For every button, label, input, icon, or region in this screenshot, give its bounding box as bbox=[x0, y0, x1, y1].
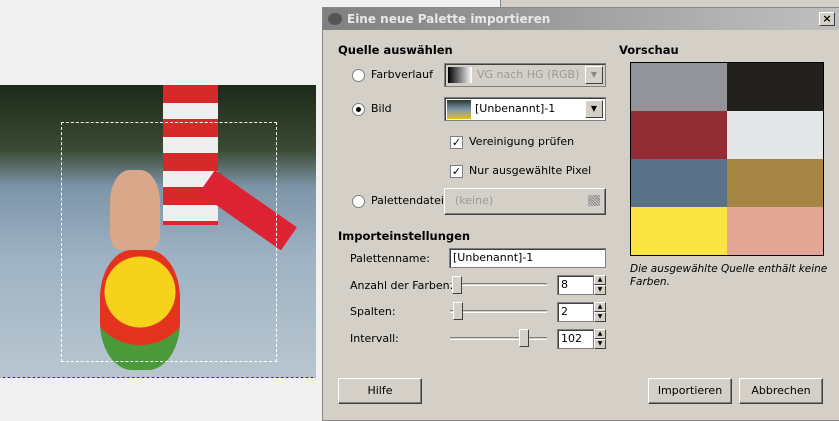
radio-gradient[interactable] bbox=[352, 69, 365, 82]
palette-swatch bbox=[727, 63, 823, 111]
palette-name-label: Palettenname: bbox=[350, 252, 430, 265]
palette-swatch bbox=[727, 159, 823, 207]
interval-spin-up[interactable]: ▲ bbox=[594, 329, 606, 339]
interval-slider-thumb[interactable] bbox=[519, 329, 529, 347]
colors-label: Anzahl der Farben: bbox=[350, 279, 454, 292]
palette-name-input[interactable]: [Unbenannt]-1 bbox=[449, 248, 606, 268]
palette-file-chooser[interactable]: (keine) bbox=[444, 188, 606, 215]
colors-spin-up[interactable]: ▲ bbox=[594, 275, 606, 285]
interval-spin-input[interactable]: 102 bbox=[557, 329, 594, 349]
interval-spin-down[interactable]: ▼ bbox=[594, 339, 606, 349]
palette-swatch bbox=[631, 207, 727, 255]
import-palette-dialog: Eine neue Palette importieren × Quelle a… bbox=[322, 7, 839, 421]
columns-slider[interactable] bbox=[450, 310, 547, 313]
colors-spin-down[interactable]: ▼ bbox=[594, 285, 606, 295]
palette-swatch bbox=[727, 207, 823, 255]
columns-spin-input[interactable]: 2 bbox=[557, 302, 594, 322]
palette-swatch bbox=[631, 159, 727, 207]
image-canvas[interactable] bbox=[0, 85, 316, 378]
image-value: [Unbenannt]-1 bbox=[475, 102, 556, 115]
image-combo[interactable]: [Unbenannt]-1 ▼ bbox=[444, 97, 606, 121]
gradient-label: Farbverlauf bbox=[371, 68, 434, 81]
chevron-down-icon: ▼ bbox=[585, 66, 603, 84]
columns-label: Spalten: bbox=[350, 305, 396, 318]
close-button[interactable]: × bbox=[819, 12, 835, 26]
colors-slider[interactable] bbox=[450, 283, 547, 286]
palette-swatch bbox=[631, 111, 727, 159]
radio-image[interactable] bbox=[352, 103, 365, 116]
colors-spin-input[interactable]: 8 bbox=[557, 275, 594, 295]
gimp-icon bbox=[328, 13, 342, 25]
gradient-value: VG nach HG (RGB) bbox=[477, 68, 580, 81]
cancel-button[interactable]: Abbrechen bbox=[739, 378, 823, 404]
title-bar: Eine neue Palette importieren × bbox=[323, 8, 839, 30]
import-button[interactable]: Importieren bbox=[648, 378, 732, 404]
columns-spin-up[interactable]: ▲ bbox=[594, 302, 606, 312]
merge-checkbox[interactable]: ✓ bbox=[450, 136, 463, 149]
image-thumbnail bbox=[447, 100, 471, 119]
radio-palette-file[interactable] bbox=[352, 195, 365, 208]
palette-swatch bbox=[631, 63, 727, 111]
chevron-down-icon: ▼ bbox=[585, 100, 603, 118]
other-window-edge bbox=[500, 0, 839, 7]
source-heading: Quelle auswählen bbox=[338, 43, 453, 57]
preview-heading: Vorschau bbox=[619, 43, 679, 57]
interval-label: Intervall: bbox=[350, 332, 399, 345]
gradient-preview bbox=[448, 67, 472, 83]
merge-label: Vereinigung prüfen bbox=[469, 135, 575, 148]
dialog-title: Eine neue Palette importieren bbox=[347, 12, 551, 26]
gradient-combo[interactable]: VG nach HG (RGB) ▼ bbox=[444, 63, 606, 87]
palette-swatch bbox=[727, 111, 823, 159]
colors-slider-thumb[interactable] bbox=[452, 276, 462, 294]
preview-message: Die ausgewählte Quelle enthält keine Far… bbox=[630, 263, 828, 288]
palette-preview bbox=[630, 62, 824, 256]
image-label: Bild bbox=[371, 102, 392, 115]
settings-heading: Importeinstellungen bbox=[338, 229, 471, 243]
columns-slider-thumb[interactable] bbox=[453, 302, 463, 320]
selected-only-label: Nur ausgewählte Pixel bbox=[469, 164, 592, 177]
selected-only-checkbox[interactable]: ✓ bbox=[450, 165, 463, 178]
interval-slider[interactable] bbox=[450, 337, 547, 340]
help-button[interactable]: Hilfe bbox=[338, 378, 422, 404]
palette-file-value: (keine) bbox=[455, 194, 494, 207]
folder-icon bbox=[588, 195, 600, 206]
columns-spin-down[interactable]: ▼ bbox=[594, 312, 606, 322]
selection-marquee bbox=[61, 122, 277, 362]
palette-file-label: Palettendatei bbox=[371, 194, 444, 207]
